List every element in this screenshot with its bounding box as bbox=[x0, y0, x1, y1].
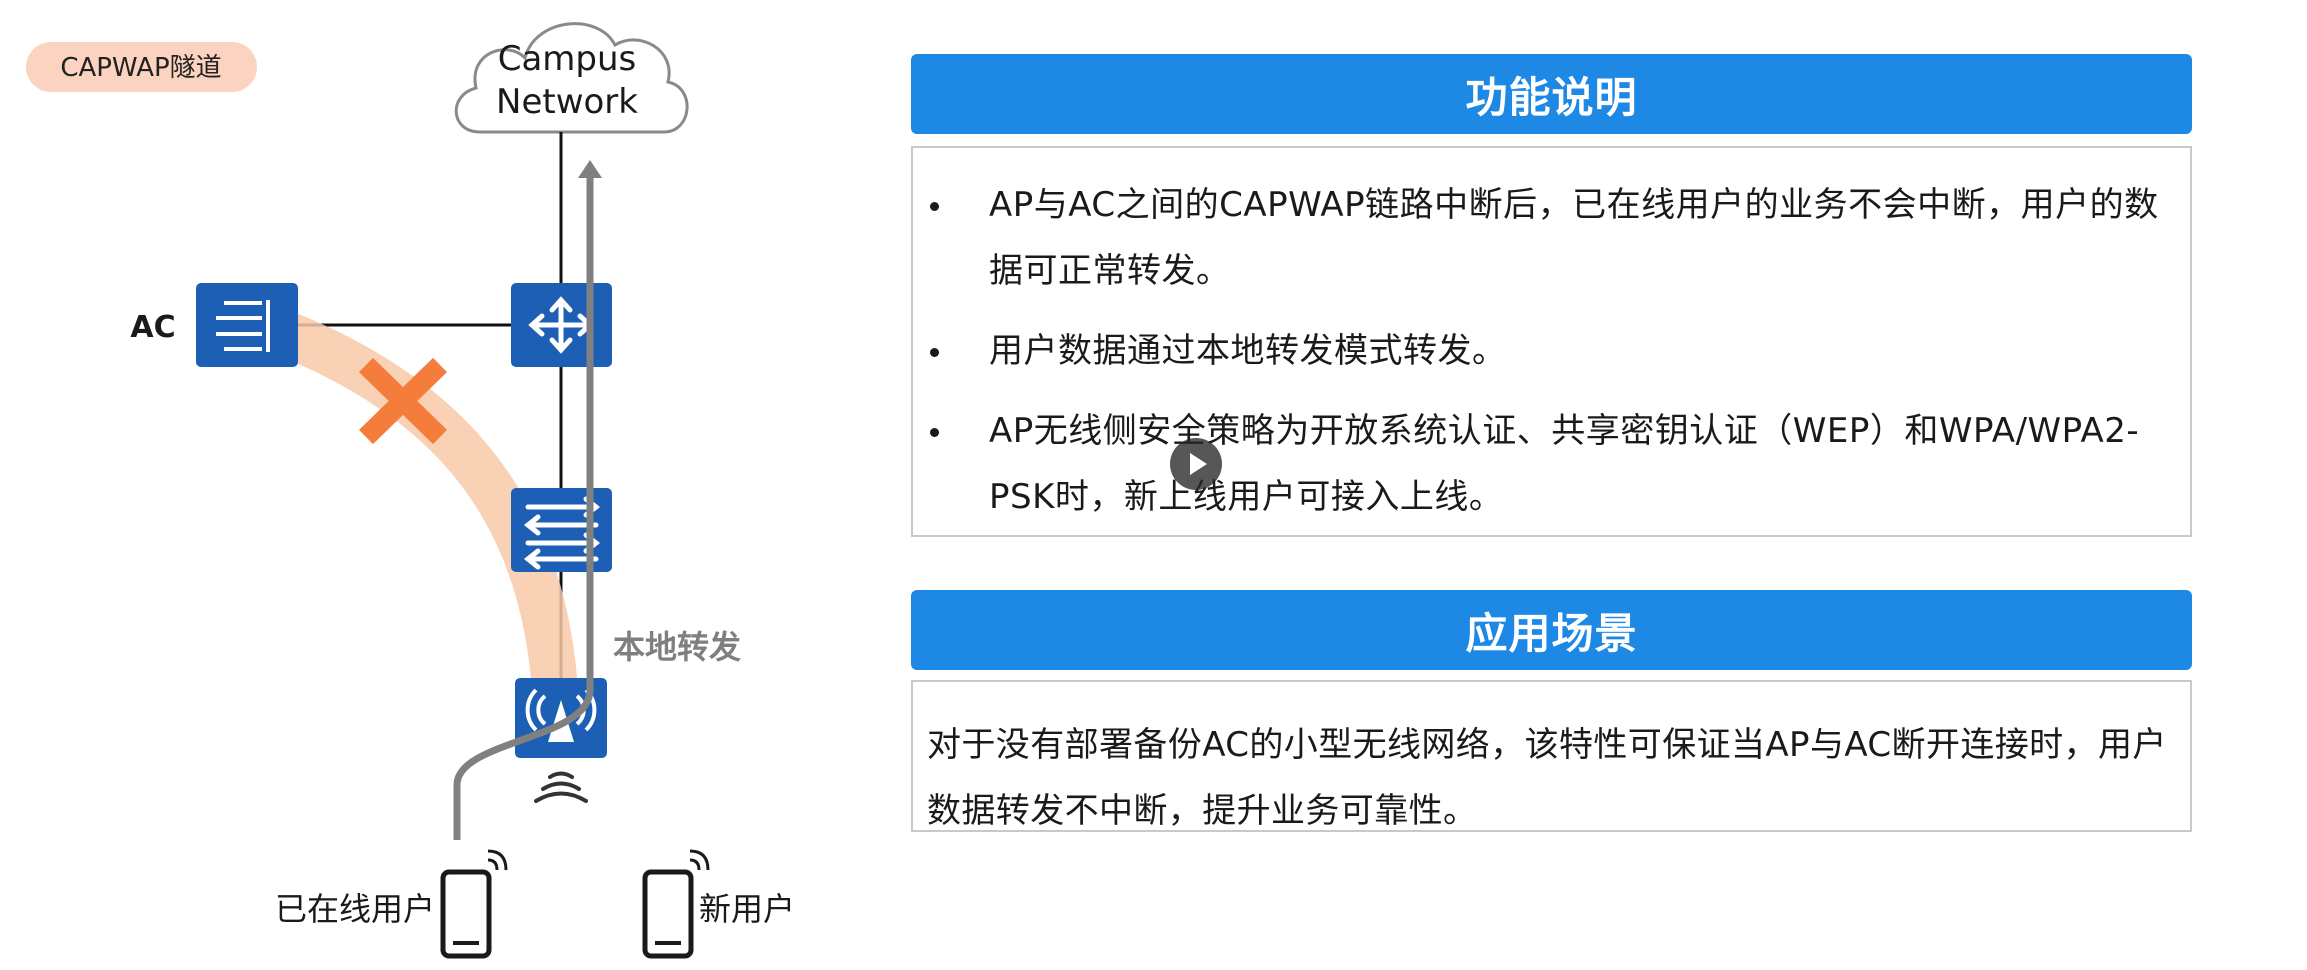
function-bullet-list: AP与AC之间的CAPWAP链路中断后，已在线用户的业务不会中断，用户的数据可正… bbox=[913, 172, 2170, 530]
play-icon[interactable] bbox=[1170, 438, 1222, 490]
cloud-label-line1: Campus bbox=[498, 39, 637, 79]
list-item: 用户数据通过本地转发模式转发。 bbox=[913, 318, 2170, 384]
scenario-panel-body: 对于没有部署备份AC的小型无线网络，该特性可保证当AP与AC断开连接时，用户数据… bbox=[911, 680, 2192, 832]
function-panel-header: 功能说明 bbox=[911, 54, 2192, 134]
up-arrow-icon bbox=[578, 160, 602, 178]
capwap-tunnel-path bbox=[227, 297, 578, 713]
router-icon bbox=[511, 283, 612, 367]
wifi-signal-icon bbox=[534, 771, 588, 803]
function-panel-title: 功能说明 bbox=[1465, 72, 1638, 122]
scenario-panel-header: 应用场景 bbox=[911, 590, 2192, 670]
switch-icon bbox=[511, 488, 612, 572]
smartphone-icon bbox=[440, 849, 508, 959]
scenario-panel-title: 应用场景 bbox=[1465, 608, 1638, 658]
function-panel-body: AP与AC之间的CAPWAP链路中断后，已在线用户的业务不会中断，用户的数据可正… bbox=[911, 146, 2192, 537]
bullet-dot-icon bbox=[930, 202, 939, 211]
ac-controller-icon bbox=[196, 283, 298, 367]
bullet-dot-icon bbox=[930, 428, 939, 437]
tunnel-badge-label: CAPWAP隧道 bbox=[60, 53, 221, 83]
network-diagram: CAPWAP隧道 Campus Network AC 本地转发 已在线用户 新用… bbox=[26, 22, 795, 959]
ac-label: AC bbox=[130, 310, 175, 345]
bullet-text: AP与AC之间的CAPWAP链路中断后，已在线用户的业务不会中断，用户的数据可正… bbox=[989, 185, 2159, 291]
list-item: AP无线侧安全策略为开放系统认证、共享密钥认证（WEP）和WPA/WPA2-PS… bbox=[913, 398, 2170, 530]
new-user-label: 新用户 bbox=[699, 890, 795, 928]
list-item: AP与AC之间的CAPWAP链路中断后，已在线用户的业务不会中断，用户的数据可正… bbox=[913, 172, 2170, 304]
bullet-text: AP无线侧安全策略为开放系统认证、共享密钥认证（WEP）和WPA/WPA2-PS… bbox=[989, 411, 2140, 517]
online-user-label: 已在线用户 bbox=[275, 890, 435, 928]
local-forward-label: 本地转发 bbox=[613, 628, 741, 666]
scenario-text: 对于没有部署备份AC的小型无线网络，该特性可保证当AP与AC断开连接时，用户数据… bbox=[927, 725, 2167, 831]
cloud-label-line2: Network bbox=[496, 82, 638, 122]
bullet-dot-icon bbox=[930, 348, 939, 357]
bullet-text: 用户数据通过本地转发模式转发。 bbox=[989, 331, 1507, 371]
